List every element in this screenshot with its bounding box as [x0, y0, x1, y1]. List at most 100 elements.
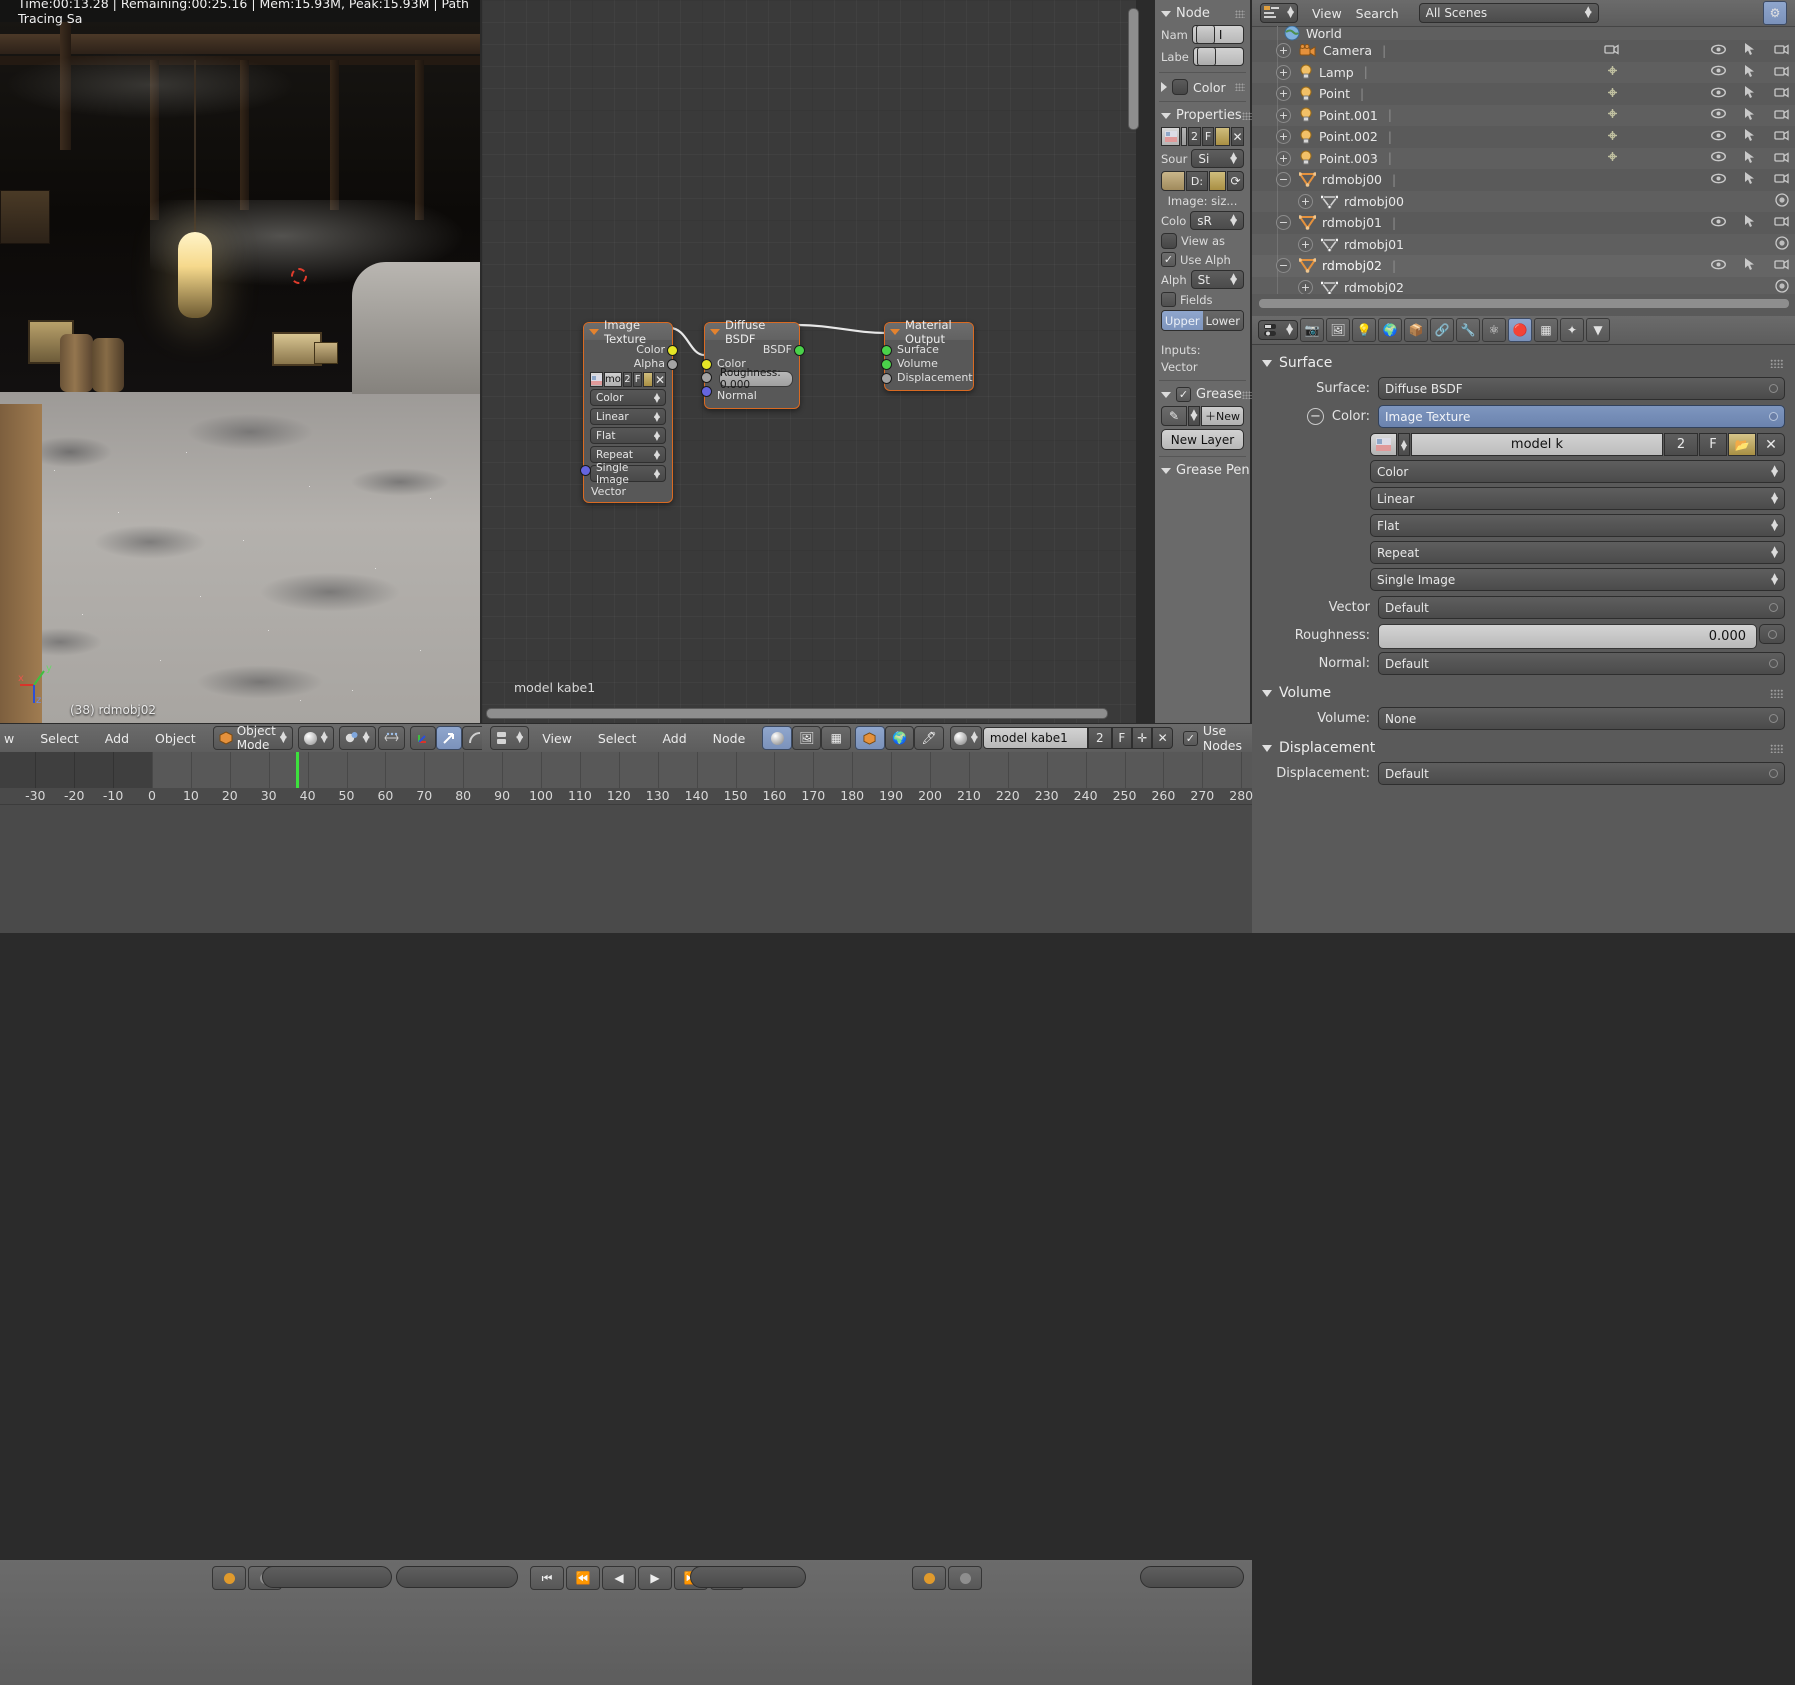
- spinner-icon[interactable]: ▲ ▼: [1287, 6, 1294, 20]
- image-users-count[interactable]: 2: [1188, 127, 1201, 146]
- viewport-menu-view[interactable]: w: [0, 731, 27, 746]
- image-users-count[interactable]: 2: [1664, 433, 1698, 456]
- restrict-select-icon[interactable]: [1744, 107, 1756, 124]
- outliner-menu-view[interactable]: View: [1312, 6, 1342, 21]
- restrict-select-icon[interactable]: [1744, 171, 1756, 188]
- outliner-restrict-icons[interactable]: [1710, 257, 1789, 274]
- restrict-select-icon[interactable]: [1744, 257, 1756, 274]
- viewport-shading-dropdown[interactable]: ▲ ▼: [297, 726, 334, 750]
- expand-triangle-icon[interactable]: [1262, 359, 1272, 367]
- material-unlink-button[interactable]: ✕: [1152, 727, 1173, 749]
- socket-surface-in[interactable]: [881, 345, 892, 356]
- node-dropdown-extension[interactable]: Repeat ▲ ▼: [590, 446, 666, 463]
- spinner-icon[interactable]: ▲ ▼: [516, 731, 523, 745]
- outliner-row-rdmobj01[interactable]: + rdmobj01: [1252, 234, 1795, 256]
- viewport-menu-object[interactable]: Object: [142, 731, 209, 746]
- displacement-dropdown[interactable]: Default: [1378, 762, 1785, 785]
- pack-icon[interactable]: [1161, 171, 1185, 191]
- image-path-field[interactable]: D:: [1186, 171, 1208, 191]
- unlink-image-icon[interactable]: ✕: [653, 372, 666, 387]
- translate-manipulator-button[interactable]: [435, 726, 462, 750]
- node-color-section-header[interactable]: Color: [1161, 79, 1250, 95]
- spinner-icon[interactable]: ▲ ▼: [1771, 491, 1778, 505]
- outliner-restrict-icons[interactable]: [1604, 42, 1789, 59]
- image-users-count[interactable]: 2: [622, 372, 632, 387]
- spinner-icon[interactable]: ▲ ▼: [654, 410, 660, 422]
- outliner-row-rdmobj02[interactable]: − rdmobj02 |: [1252, 255, 1795, 277]
- socket-volume-in[interactable]: [881, 359, 892, 370]
- expand-triangle-icon[interactable]: [1262, 689, 1272, 697]
- pivot-point-dropdown[interactable]: ▲ ▼: [338, 726, 376, 750]
- spinner-icon[interactable]: ▲ ▼: [1286, 323, 1293, 337]
- timeline-option-b-button[interactable]: [948, 1566, 982, 1590]
- interpolation-dropdown[interactable]: Linear ▲ ▼: [1370, 487, 1785, 510]
- expand-plus-icon[interactable]: +: [1276, 150, 1291, 166]
- restrict-view-icon[interactable]: [1710, 65, 1727, 79]
- restrict-render-icon[interactable]: [1774, 129, 1789, 144]
- socket-color-in[interactable]: [701, 359, 712, 370]
- outliner-display-mode-button[interactable]: ▲ ▼: [1260, 3, 1298, 23]
- restrict-render-icon[interactable]: [1774, 172, 1789, 187]
- spinner-icon[interactable]: ▲ ▼: [654, 391, 660, 403]
- node-menu-node[interactable]: Node: [700, 731, 759, 746]
- spinner-icon[interactable]: ▲ ▼: [1230, 151, 1237, 165]
- colorspace-dropdown[interactable]: Color ▲ ▼: [1370, 460, 1785, 483]
- link-dot-icon[interactable]: [1769, 714, 1778, 723]
- image-name-field[interactable]: [1181, 127, 1187, 146]
- new-layer-button[interactable]: New Layer: [1161, 429, 1244, 450]
- properties-image-datablock[interactable]: ▲ ▼ model k 2 F 📂 ✕: [1370, 433, 1785, 456]
- volume-dropdown[interactable]: None: [1378, 707, 1785, 730]
- restrict-select-icon[interactable]: [1744, 150, 1756, 167]
- outliner-restrict-icons[interactable]: [1710, 171, 1789, 188]
- spinner-icon[interactable]: ▲ ▼: [1188, 406, 1200, 426]
- surface-section-header[interactable]: Surface: [1262, 355, 1795, 371]
- node-image-texture[interactable]: Image Texture Color Alpha mo 2 F ✕ Color…: [580, 318, 678, 503]
- tab-world-icon[interactable]: 🌍: [1378, 318, 1402, 342]
- link-dot-icon[interactable]: [1767, 629, 1777, 639]
- tab-scene-icon[interactable]: 💡: [1352, 318, 1376, 342]
- outliner-row-rdmobj00[interactable]: + rdmobj00: [1252, 191, 1795, 213]
- socket-bsdf-out[interactable]: [794, 345, 805, 356]
- node-label-field[interactable]: [1192, 47, 1244, 66]
- node-material-output[interactable]: Material Output Surface Volume Displacem…: [881, 318, 974, 391]
- field-lower-button[interactable]: Lower: [1202, 311, 1243, 330]
- colorspace-dropdown[interactable]: sR ▲ ▼: [1190, 211, 1244, 230]
- fields-row[interactable]: Fields: [1161, 292, 1244, 307]
- timeline-field-d[interactable]: [1140, 1566, 1244, 1588]
- tab-particles-icon[interactable]: ⚛: [1482, 318, 1506, 342]
- restrict-view-icon[interactable]: [1710, 216, 1727, 230]
- node-header[interactable]: Diffuse BSDF: [705, 318, 799, 346]
- image-fake-user-button[interactable]: F: [1202, 127, 1214, 146]
- node-section-header[interactable]: Node: [1161, 6, 1250, 21]
- restrict-select-icon[interactable]: [1744, 128, 1756, 145]
- outliner-tree[interactable]: World + Camera | + Lamp | + Point | + Point.001 | + Po…: [1252, 26, 1795, 294]
- outliner-editor[interactable]: ▲ ▼ View Search All Scenes ▲ ▼ ⚙ World + Cam…: [1252, 0, 1795, 316]
- spinner-icon[interactable]: ▲ ▼: [654, 467, 660, 479]
- source-dropdown[interactable]: Si ▲ ▼: [1191, 149, 1244, 168]
- node-menu-select[interactable]: Select: [585, 731, 650, 746]
- shader-context-object-button[interactable]: [855, 726, 885, 750]
- socket-color-out[interactable]: [667, 345, 678, 356]
- tab-render-icon[interactable]: 📷: [1300, 318, 1324, 342]
- displacement-section-header[interactable]: Displacement: [1262, 740, 1795, 756]
- grease-pencil-section-header[interactable]: Grease Pen: [1161, 463, 1250, 478]
- link-dot-icon[interactable]: [1769, 412, 1778, 421]
- node-editor-type-button[interactable]: ▲ ▼: [490, 726, 530, 750]
- outliner-restrict-icons[interactable]: [1608, 64, 1789, 81]
- tab-material-icon[interactable]: 🔴: [1508, 318, 1532, 342]
- color-swatch[interactable]: [1172, 79, 1188, 95]
- node-dropdown-interpolation[interactable]: Linear ▲ ▼: [590, 408, 666, 425]
- volume-section-header[interactable]: Volume: [1262, 685, 1795, 701]
- collapse-minus-icon[interactable]: −: [1276, 215, 1291, 231]
- node-properties-sidebar[interactable]: Node Nam I Labe Color Properties 2 F ✕ S…: [1155, 0, 1252, 723]
- outliner-row-point-001[interactable]: + Point.001 |: [1252, 105, 1795, 127]
- material-browse-button[interactable]: ▲ ▼: [949, 726, 982, 750]
- outliner-restrict-icons[interactable]: [1608, 85, 1789, 102]
- node-editor[interactable]: Image Texture Color Alpha mo 2 F ✕ Color…: [482, 0, 1136, 723]
- outliner-restrict-icons[interactable]: [1608, 150, 1789, 167]
- image-fake-user-button[interactable]: F: [1699, 433, 1727, 456]
- tab-render-layers-icon[interactable]: 🖼: [1326, 318, 1350, 342]
- spinner-icon[interactable]: ▲ ▼: [1771, 572, 1778, 586]
- open-file-icon[interactable]: [1209, 171, 1226, 191]
- shader-context-brush-button[interactable]: 🖊: [914, 726, 944, 750]
